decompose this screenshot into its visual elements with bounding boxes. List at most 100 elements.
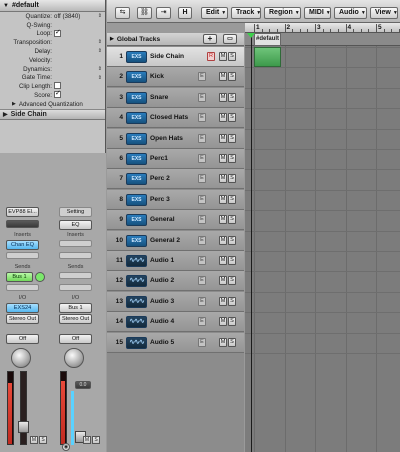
track-solo-button[interactable]: S <box>228 276 236 286</box>
send-level-knob[interactable] <box>35 272 45 282</box>
track-name[interactable]: Open Hats <box>150 135 183 142</box>
insert-slot-1[interactable]: Chan EQ <box>6 240 39 250</box>
stepper-arrows-icon[interactable]: ⇕ <box>98 13 102 19</box>
track-name[interactable]: Audio 1 <box>150 257 174 264</box>
freeze-button[interactable]: E <box>198 194 206 204</box>
insert-slot-2[interactable] <box>59 252 92 259</box>
volume-fader-track[interactable] <box>20 371 27 445</box>
mute-button[interactable]: M <box>83 436 91 444</box>
track-name[interactable]: Audio 4 <box>150 318 174 325</box>
track-row[interactable]: 9 EXS General E M S <box>107 210 244 231</box>
track-row[interactable]: 8 EXS Perc 3 E MS <box>107 189 244 210</box>
input-slot[interactable]: EXS24 <box>6 303 39 313</box>
menu-midi[interactable]: MIDI ▼ <box>304 7 331 19</box>
add-track-button[interactable]: + <box>203 34 217 44</box>
link-tool-icon[interactable]: ⛓ <box>137 7 152 19</box>
track-row[interactable]: 10 EXS General 2 E MS <box>107 230 244 251</box>
track-mute-button[interactable]: M <box>219 52 227 61</box>
arrange-area[interactable]: 1 2 3 4 5 #default <box>245 23 400 452</box>
folder-icon[interactable]: ▭ <box>223 34 237 44</box>
track-name[interactable]: Perc 3 <box>150 196 170 203</box>
pan-knob[interactable] <box>11 348 31 368</box>
track-solo-button[interactable]: S <box>228 317 236 327</box>
send-slot-2[interactable] <box>6 284 39 291</box>
param-row[interactable]: Quantize: off (3840) ⇕ <box>0 12 105 21</box>
track-solo-button[interactable]: S <box>228 296 236 306</box>
track-mute-button[interactable]: M <box>219 174 227 184</box>
track-row[interactable]: 6 EXS Perc1 E M S <box>107 149 244 169</box>
track-solo-button[interactable]: S <box>228 256 236 265</box>
track-name[interactable]: Audio 5 <box>150 339 174 346</box>
track-solo-button[interactable]: S <box>228 194 236 204</box>
freeze-button[interactable]: E <box>198 215 206 225</box>
hide-button[interactable]: H <box>178 7 192 19</box>
pan-knob[interactable] <box>64 348 84 368</box>
automation-mode-button[interactable]: Off <box>59 334 92 344</box>
track-solo-button[interactable]: S <box>228 235 236 245</box>
param-checkbox[interactable] <box>54 28 105 39</box>
solo-button[interactable]: S <box>39 436 47 444</box>
menu-region[interactable]: Region ▼ <box>264 7 301 19</box>
disclosure-triangle-icon[interactable]: ▶ <box>12 101 16 107</box>
volume-fader-handle[interactable] <box>18 421 29 433</box>
param-row[interactable]: Q-Swing: <box>0 21 105 30</box>
track-mute-button[interactable]: M <box>219 276 227 286</box>
freeze-button[interactable]: E <box>198 113 206 123</box>
eq-button[interactable]: EQ <box>59 220 92 230</box>
catch-tool-icon[interactable]: ⇥ <box>156 7 171 19</box>
freeze-button[interactable]: E <box>198 133 206 143</box>
track-solo-button[interactable]: S <box>228 52 236 61</box>
track-name[interactable]: Snare <box>150 94 168 101</box>
track-mute-button[interactable]: M <box>219 235 227 245</box>
freeze-button[interactable]: E <box>198 92 206 102</box>
playhead[interactable] <box>251 33 252 452</box>
stepper-arrows-icon[interactable]: ⇕ <box>98 39 102 45</box>
track-mute-button[interactable]: M <box>219 296 227 306</box>
param-row[interactable]: Clip Length: <box>0 82 105 91</box>
track-name[interactable]: Audio 2 <box>150 277 174 284</box>
freeze-button[interactable]: E <box>198 72 206 82</box>
marker-default[interactable]: #default <box>254 33 281 46</box>
disclosure-triangle-icon[interactable]: ▶ <box>3 111 8 118</box>
disclosure-triangle-icon[interactable]: ▶ <box>110 36 114 42</box>
disclosure-triangle-icon[interactable]: ▼ <box>3 3 9 9</box>
playhead-marker-icon[interactable] <box>247 33 255 38</box>
track-name[interactable]: Side Chain <box>150 53 184 60</box>
automation-mode-button[interactable]: Off <box>6 334 39 344</box>
stepper-arrows-icon[interactable]: ⇕ <box>98 48 102 54</box>
track-row[interactable]: 7 EXS Perc 2 E MS <box>107 169 244 190</box>
record-enable-button[interactable]: R <box>207 52 215 61</box>
track-row[interactable]: 3 EXS Snare E M S <box>107 87 244 108</box>
checkbox[interactable] <box>54 28 61 37</box>
param-row[interactable]: Delay: ⇕ <box>0 47 105 56</box>
track-name[interactable]: General 2 <box>150 237 180 244</box>
param-row[interactable]: Gate Time: ⇕ <box>0 74 105 83</box>
menu-edit[interactable]: Edit ▼ <box>201 7 228 19</box>
track-mute-button[interactable]: M <box>219 317 227 327</box>
track-solo-button[interactable]: S <box>228 174 236 184</box>
zoom-tool-icon[interactable]: ⇆ <box>115 7 130 19</box>
output-slot[interactable]: Stereo Out <box>59 314 92 324</box>
track-row[interactable]: 12 ∿∿∿ Audio 2 E MS <box>107 271 244 292</box>
track-name[interactable]: General <box>150 216 175 223</box>
track-solo-button[interactable]: S <box>228 154 236 163</box>
track-name[interactable]: Kick <box>150 73 164 80</box>
input-slot[interactable]: Bus 1 <box>59 303 92 313</box>
track-solo-button[interactable]: S <box>228 92 236 102</box>
setting-button[interactable]: Setting <box>59 207 92 217</box>
param-checkbox[interactable] <box>54 82 105 91</box>
menu-view[interactable]: View ▼ <box>370 7 398 19</box>
checkbox[interactable] <box>54 89 61 99</box>
track-mute-button[interactable]: M <box>219 215 227 225</box>
track-solo-button[interactable]: S <box>228 72 236 82</box>
track-name[interactable]: Closed Hats <box>150 114 188 121</box>
send-slot-2[interactable] <box>59 284 92 291</box>
solo-button[interactable]: S <box>92 436 100 444</box>
freeze-button[interactable]: E <box>198 296 206 306</box>
track-mute-button[interactable]: M <box>219 72 227 82</box>
track-mute-button[interactable]: M <box>219 154 227 163</box>
send-slot-1[interactable] <box>59 272 92 279</box>
menu-track[interactable]: Track ▼ <box>231 7 261 19</box>
track-mute-button[interactable]: M <box>219 92 227 102</box>
eq-display[interactable] <box>6 220 39 228</box>
